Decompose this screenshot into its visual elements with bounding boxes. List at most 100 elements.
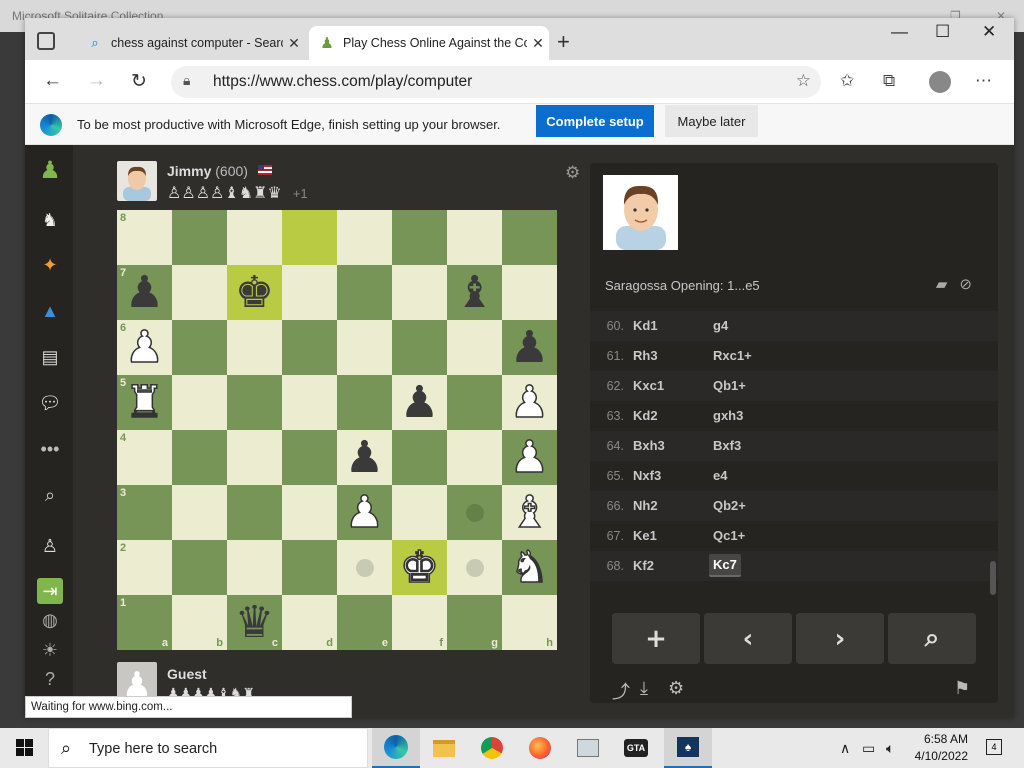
help-icon[interactable]: ? (37, 666, 63, 692)
add-favorite-icon[interactable]: ☆ (796, 71, 811, 91)
white-pawn-piece[interactable]: ♟ (509, 434, 550, 480)
white-move[interactable]: Kf2 (633, 558, 654, 573)
square-h7[interactable] (502, 265, 557, 320)
square-b1[interactable]: b (172, 595, 227, 650)
download-icon[interactable]: ⤓ (640, 678, 648, 699)
back-icon[interactable]: ← (43, 70, 62, 92)
square-e8[interactable] (337, 210, 392, 265)
more-icon[interactable]: ••• (37, 436, 63, 462)
white-knight-piece[interactable]: ♞ (509, 544, 550, 590)
black-move[interactable]: g4 (713, 318, 728, 333)
square-h1[interactable]: h (502, 595, 557, 650)
square-a2[interactable]: 2 (117, 540, 172, 595)
square-a7[interactable]: 7 ♟ (117, 265, 172, 320)
black-move[interactable]: Kc7 (709, 554, 741, 577)
play-icon[interactable]: ♞ (37, 207, 63, 233)
firefox-icon[interactable] (516, 728, 564, 768)
volume-icon[interactable]: 🔈︎ (886, 740, 894, 757)
black-move[interactable]: gxh3 (713, 408, 743, 423)
square-h6[interactable]: ♟ (502, 320, 557, 375)
white-move[interactable]: Ke1 (633, 528, 657, 543)
square-f6[interactable] (392, 320, 447, 375)
square-a4[interactable]: 4 (117, 430, 172, 485)
square-d2[interactable] (282, 540, 337, 595)
favorites-icon[interactable]: ✩ (840, 71, 854, 91)
square-e3[interactable]: ♟ (337, 485, 392, 540)
square-c3[interactable] (227, 485, 282, 540)
square-a3[interactable]: 3 (117, 485, 172, 540)
square-f1[interactable]: f (392, 595, 447, 650)
previous-move-button[interactable]: ‹ (704, 613, 792, 664)
legal-move-dot[interactable] (465, 503, 484, 522)
square-e7[interactable] (337, 265, 392, 320)
square-b4[interactable] (172, 430, 227, 485)
square-d7[interactable] (282, 265, 337, 320)
square-c1[interactable]: c ♛ (227, 595, 282, 650)
legal-move-dot[interactable] (465, 558, 484, 577)
square-b2[interactable] (172, 540, 227, 595)
square-g4[interactable] (447, 430, 502, 485)
close-tab-icon[interactable]: ✕ (283, 35, 305, 52)
legal-move-dot[interactable] (355, 558, 374, 577)
white-move[interactable]: Nh2 (633, 498, 658, 513)
square-d6[interactable] (282, 320, 337, 375)
learn-icon[interactable]: ▲ (37, 298, 63, 324)
refresh-icon[interactable]: ↻ (131, 70, 147, 93)
square-g7[interactable]: ♝ (447, 265, 502, 320)
square-e2[interactable] (337, 540, 392, 595)
square-f5[interactable]: ♟ (392, 375, 447, 430)
square-c7[interactable]: ♚ (227, 265, 282, 320)
resign-flag-icon[interactable]: ⚑ (954, 678, 970, 699)
square-f4[interactable] (392, 430, 447, 485)
maximize-icon[interactable]: ☐ (935, 22, 950, 42)
black-king-piece[interactable]: ♚ (235, 270, 274, 315)
tab-search[interactable]: ⌕ chess against computer - Search ✕ (77, 26, 305, 60)
square-a5[interactable]: 5 ♜ (117, 375, 172, 430)
white-move[interactable]: Bxh3 (633, 438, 665, 453)
settings-icon[interactable]: ⚙ (668, 678, 684, 699)
black-pawn-piece[interactable]: ♟ (510, 325, 549, 370)
analysis-button[interactable]: ⌕ (888, 613, 976, 664)
close-window-icon[interactable]: ✕ (982, 22, 996, 42)
tray-chevron-icon[interactable]: ∧ (840, 740, 850, 757)
square-a8[interactable]: 8 (117, 210, 172, 265)
news-icon[interactable]: ▤ (37, 344, 63, 370)
black-move[interactable]: Qc1+ (713, 528, 745, 543)
square-g3[interactable] (447, 485, 502, 540)
white-rook-piece[interactable]: ♜ (124, 379, 165, 425)
solitaire-icon[interactable]: ♠ (664, 728, 712, 768)
profile-icon[interactable]: ♙ (37, 533, 63, 559)
chess-logo-icon[interactable]: ♟ (37, 157, 63, 184)
black-move[interactable]: Bxf3 (713, 438, 741, 453)
square-h3[interactable]: ♝ (502, 485, 557, 540)
white-pawn-piece[interactable]: ♟ (344, 489, 385, 535)
white-bishop-piece[interactable]: ♝ (509, 489, 550, 535)
square-b6[interactable] (172, 320, 227, 375)
close-tab-icon[interactable]: ✕ (527, 35, 549, 52)
share-icon[interactable]: ⤴ (612, 678, 630, 704)
black-bishop-piece[interactable]: ♝ (455, 270, 494, 315)
image-viewer-icon[interactable] (564, 728, 612, 768)
book-icon[interactable]: ▰ (936, 276, 960, 293)
white-pawn-piece[interactable]: ♟ (509, 379, 550, 425)
game-app-icon[interactable]: GTA (612, 728, 660, 768)
square-f2[interactable]: ♚ (392, 540, 447, 595)
opening-name[interactable]: Saragossa Opening: 1...e5 (605, 278, 760, 293)
square-g8[interactable] (447, 210, 502, 265)
square-h4[interactable]: ♟ (502, 430, 557, 485)
network-icon[interactable]: ▭ (862, 740, 875, 757)
maybe-later-button[interactable]: Maybe later (665, 105, 758, 137)
square-d4[interactable] (282, 430, 337, 485)
windows-start-icon[interactable] (16, 739, 33, 756)
board-settings-icon[interactable]: ⚙ (565, 163, 580, 183)
clock[interactable]: 6:58 AM 4/10/2022 (908, 731, 968, 765)
square-f7[interactable] (392, 265, 447, 320)
new-tab-icon[interactable]: + (557, 29, 570, 55)
globe-icon[interactable]: ◍ (37, 607, 63, 633)
black-queen-piece[interactable]: ♛ (235, 600, 274, 645)
square-g6[interactable] (447, 320, 502, 375)
square-d5[interactable] (282, 375, 337, 430)
complete-setup-button[interactable]: Complete setup (536, 105, 654, 137)
square-f3[interactable] (392, 485, 447, 540)
explore-icon[interactable]: ⊘ (959, 276, 984, 293)
